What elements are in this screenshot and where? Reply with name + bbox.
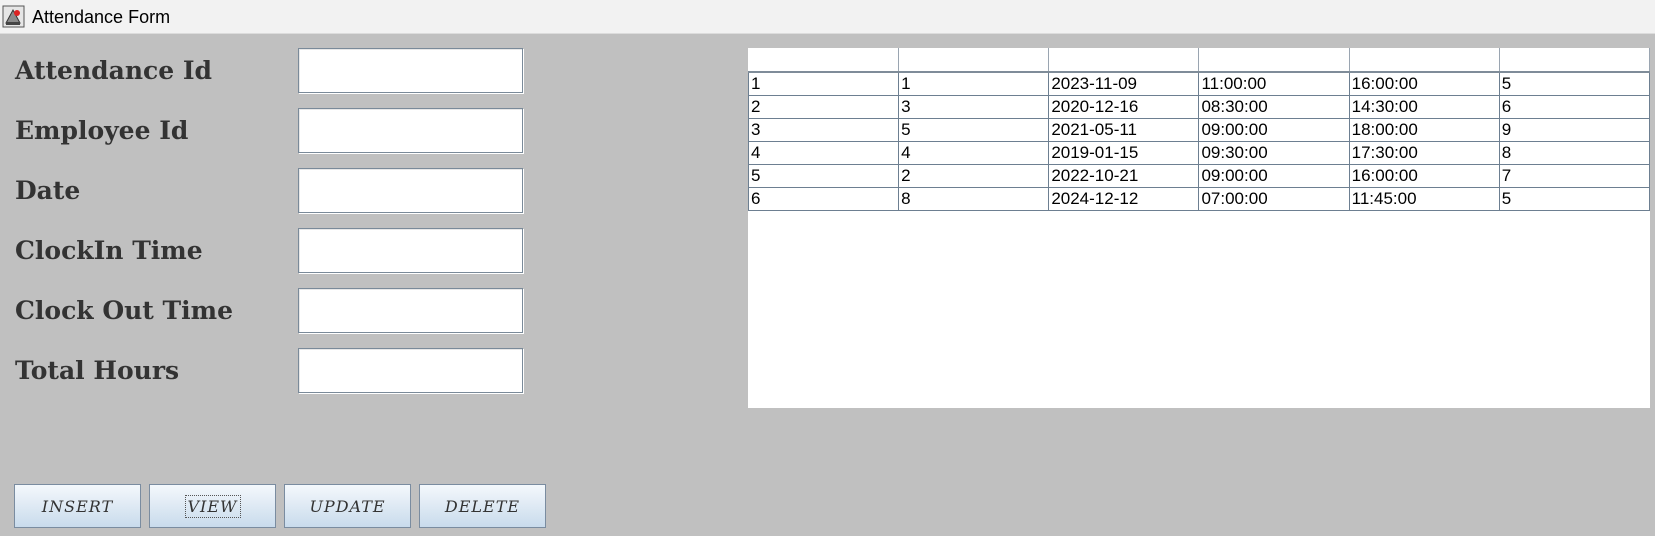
- column-header[interactable]: [1048, 48, 1200, 73]
- table-cell: 16:00:00: [1348, 164, 1500, 188]
- insert-button[interactable]: INSERT: [14, 484, 141, 528]
- insert-button-label: INSERT: [41, 496, 114, 516]
- table-cell: 2021-05-11: [1048, 118, 1200, 142]
- table-cell: 4: [747, 141, 900, 165]
- employee-id-input[interactable]: [298, 108, 523, 153]
- table-cell: 5: [1498, 71, 1651, 96]
- date-input[interactable]: [298, 168, 523, 213]
- table-cell: 5: [747, 164, 900, 188]
- clock-out-time-input[interactable]: [298, 288, 523, 333]
- view-button[interactable]: VIEW: [149, 484, 276, 528]
- table-cell: 11:45:00: [1348, 187, 1500, 211]
- table-cell: 2020-12-16: [1048, 95, 1200, 119]
- clockin-time-label: ClockIn Time: [15, 236, 203, 265]
- attendance-table-panel[interactable]: 1 1 2023-11-09 11:00:00 16:00:00 5 2 3 2…: [747, 48, 1651, 408]
- table-header-row: [748, 48, 1651, 73]
- update-button[interactable]: UPDATE: [284, 484, 411, 528]
- date-label: Date: [15, 176, 81, 205]
- table-cell: 2022-10-21: [1048, 164, 1200, 188]
- clock-out-time-label: Clock Out Time: [15, 296, 233, 325]
- table-cell: 5: [1498, 187, 1651, 211]
- table-cell: 09:00:00: [1198, 164, 1350, 188]
- table-cell: 6: [1498, 95, 1651, 119]
- table-cell: 09:30:00: [1198, 141, 1350, 165]
- java-app-icon: [2, 5, 25, 28]
- table-cell: 2019-01-15: [1048, 141, 1200, 165]
- table-cell: 16:00:00: [1348, 71, 1500, 96]
- table-row[interactable]: 1 1 2023-11-09 11:00:00 16:00:00 5: [747, 71, 1651, 96]
- table-cell: 11:00:00: [1198, 71, 1350, 96]
- table-cell: 8: [1498, 141, 1651, 165]
- table-row[interactable]: 3 5 2021-05-11 09:00:00 18:00:00 9: [747, 118, 1651, 142]
- title-bar: Attendance Form: [0, 0, 1655, 34]
- table-cell: 14:30:00: [1348, 95, 1500, 119]
- table-cell: 1: [898, 71, 1050, 96]
- table-row[interactable]: 4 4 2019-01-15 09:30:00 17:30:00 8: [747, 141, 1651, 165]
- attendance-table[interactable]: 1 1 2023-11-09 11:00:00 16:00:00 5 2 3 2…: [747, 48, 1651, 211]
- update-button-label: UPDATE: [309, 496, 386, 516]
- delete-button-label: DELETE: [444, 496, 521, 516]
- table-cell: 6: [747, 187, 900, 211]
- table-cell: 2: [747, 95, 900, 119]
- column-header[interactable]: [898, 48, 1050, 73]
- table-row[interactable]: 2 3 2020-12-16 08:30:00 14:30:00 6: [747, 95, 1651, 119]
- table-row[interactable]: 5 2 2022-10-21 09:00:00 16:00:00 7: [747, 164, 1651, 188]
- table-cell: 07:00:00: [1198, 187, 1350, 211]
- table-cell: 09:00:00: [1198, 118, 1350, 142]
- table-cell: 08:30:00: [1198, 95, 1350, 119]
- table-cell: 2: [898, 164, 1050, 188]
- clockin-time-input[interactable]: [298, 228, 523, 273]
- employee-id-label: Employee Id: [15, 116, 189, 145]
- table-cell: 5: [898, 118, 1050, 142]
- table-cell: 2023-11-09: [1048, 71, 1200, 96]
- table-cell: 8: [898, 187, 1050, 211]
- table-cell: 3: [747, 118, 900, 142]
- window-title: Attendance Form: [32, 7, 171, 27]
- table-cell: 18:00:00: [1348, 118, 1500, 142]
- table-row[interactable]: 6 8 2024-12-12 07:00:00 11:45:00 5: [747, 187, 1651, 211]
- column-header[interactable]: [1499, 48, 1651, 73]
- total-hours-label: Total Hours: [15, 356, 180, 385]
- column-header[interactable]: [1349, 48, 1500, 73]
- column-header[interactable]: [748, 48, 900, 73]
- total-hours-input[interactable]: [298, 348, 523, 393]
- table-cell: 1: [747, 71, 900, 96]
- table-cell: 7: [1498, 164, 1651, 188]
- delete-button[interactable]: DELETE: [419, 484, 546, 528]
- view-button-label: VIEW: [184, 494, 241, 518]
- table-cell: 9: [1498, 118, 1651, 142]
- attendance-id-input[interactable]: [298, 48, 523, 93]
- attendance-id-label: Attendance Id: [15, 56, 212, 85]
- table-cell: 2024-12-12: [1048, 187, 1200, 211]
- table-cell: 4: [898, 141, 1050, 165]
- table-cell: 17:30:00: [1348, 141, 1500, 165]
- table-cell: 3: [898, 95, 1050, 119]
- column-header[interactable]: [1198, 48, 1350, 73]
